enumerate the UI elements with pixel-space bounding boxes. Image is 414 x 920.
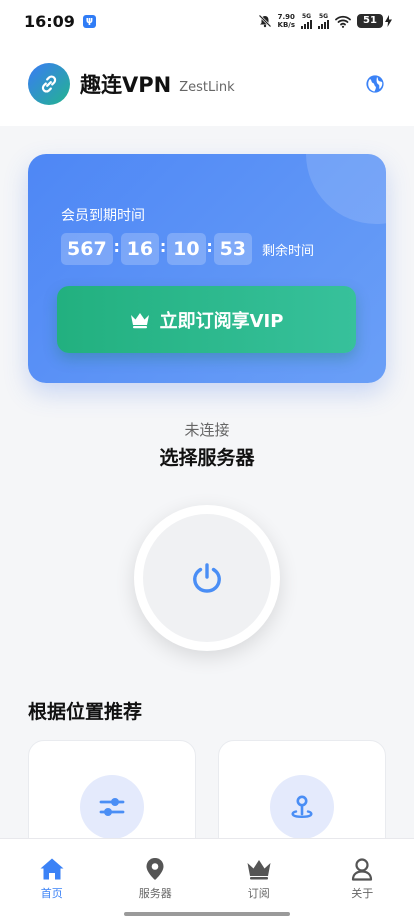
network-speed-unit: KB/s xyxy=(277,21,295,29)
signal-1: 5G xyxy=(301,13,312,29)
connect-button[interactable] xyxy=(134,505,280,651)
signal-bars-icon xyxy=(318,20,329,29)
network-speed-value: 7.90 xyxy=(277,13,295,21)
nav-servers[interactable]: 服务器 xyxy=(104,839,208,920)
nav-home[interactable]: 首页 xyxy=(0,839,104,920)
nav-subscribe[interactable]: 订阅 xyxy=(207,839,311,920)
app-title: 趣连VPN xyxy=(80,73,172,97)
membership-expiry-label: 会员到期时间 xyxy=(61,208,145,224)
map-pin-icon xyxy=(291,795,313,818)
nav-about-label: 关于 xyxy=(351,887,374,900)
mute-icon xyxy=(258,14,271,28)
nav-home-label: 首页 xyxy=(40,887,63,900)
status-bar: 16:09 ψ 7.90 KB/s 5G 5G 51 xyxy=(0,0,414,42)
app-logo xyxy=(28,63,70,105)
countdown-hours: 16 xyxy=(120,233,160,265)
app-subtitle: ZestLink xyxy=(179,79,235,95)
power-icon xyxy=(193,563,221,593)
link-icon xyxy=(41,75,57,93)
app-header: 趣连VPN ZestLink xyxy=(0,42,414,126)
signal-1-label: 5G xyxy=(301,13,312,20)
sliders-icon xyxy=(99,798,125,816)
app-notification-icon: ψ xyxy=(82,14,96,28)
bottom-navigation: 首页 服务器 订阅 关于 xyxy=(0,838,414,920)
nav-servers-label: 服务器 xyxy=(138,887,172,900)
recommend-icon-bg xyxy=(80,775,144,839)
globe-icon xyxy=(366,75,384,93)
location-pin-icon xyxy=(146,858,164,880)
status-left: 16:09 ψ xyxy=(24,12,96,31)
signal-bars-icon xyxy=(301,20,312,29)
signal-2-label: 5G xyxy=(318,13,329,20)
wifi-icon xyxy=(335,15,351,28)
countdown-separator: : xyxy=(113,236,120,256)
countdown-separator: : xyxy=(159,236,167,256)
countdown-separator: : xyxy=(206,236,213,256)
subscribe-vip-button[interactable]: 立即订阅享VIP xyxy=(57,286,356,353)
countdown-minutes: 10 xyxy=(167,233,206,265)
subscribe-vip-label: 立即订阅享VIP xyxy=(159,310,284,332)
recommend-section-title: 根据位置推荐 xyxy=(28,701,143,723)
connect-button-inner xyxy=(143,514,271,642)
countdown-days: 567 xyxy=(61,233,113,265)
crown-icon xyxy=(130,312,149,328)
card-decoration xyxy=(306,154,386,224)
recommend-icon-bg xyxy=(270,775,334,839)
countdown-timer: 567 : 16 : 10 : 53 剩余时间 xyxy=(61,233,314,265)
status-time: 16:09 xyxy=(24,11,75,31)
home-icon xyxy=(40,858,64,880)
remaining-time-label: 剩余时间 xyxy=(262,243,315,259)
vip-card: 会员到期时间 567 : 16 : 10 : 53 剩余时间 立即订阅享VIP xyxy=(28,154,386,383)
countdown-seconds: 53 xyxy=(213,233,253,265)
charging-icon xyxy=(385,15,392,27)
connection-status: 未连接 xyxy=(184,421,230,439)
select-server-link[interactable]: 选择服务器 xyxy=(0,443,414,470)
user-icon xyxy=(352,858,373,881)
battery: 51 xyxy=(357,14,392,28)
network-speed: 7.90 KB/s xyxy=(278,13,295,29)
nav-about[interactable]: 关于 xyxy=(311,839,414,920)
home-indicator[interactable] xyxy=(124,912,290,916)
status-right: 7.90 KB/s 5G 5G 51 xyxy=(258,13,392,29)
signal-2: 5G xyxy=(318,13,329,29)
nav-subscribe-label: 订阅 xyxy=(247,887,270,900)
language-button[interactable] xyxy=(364,73,386,95)
battery-level: 51 xyxy=(357,14,383,28)
crown-icon xyxy=(247,860,271,880)
